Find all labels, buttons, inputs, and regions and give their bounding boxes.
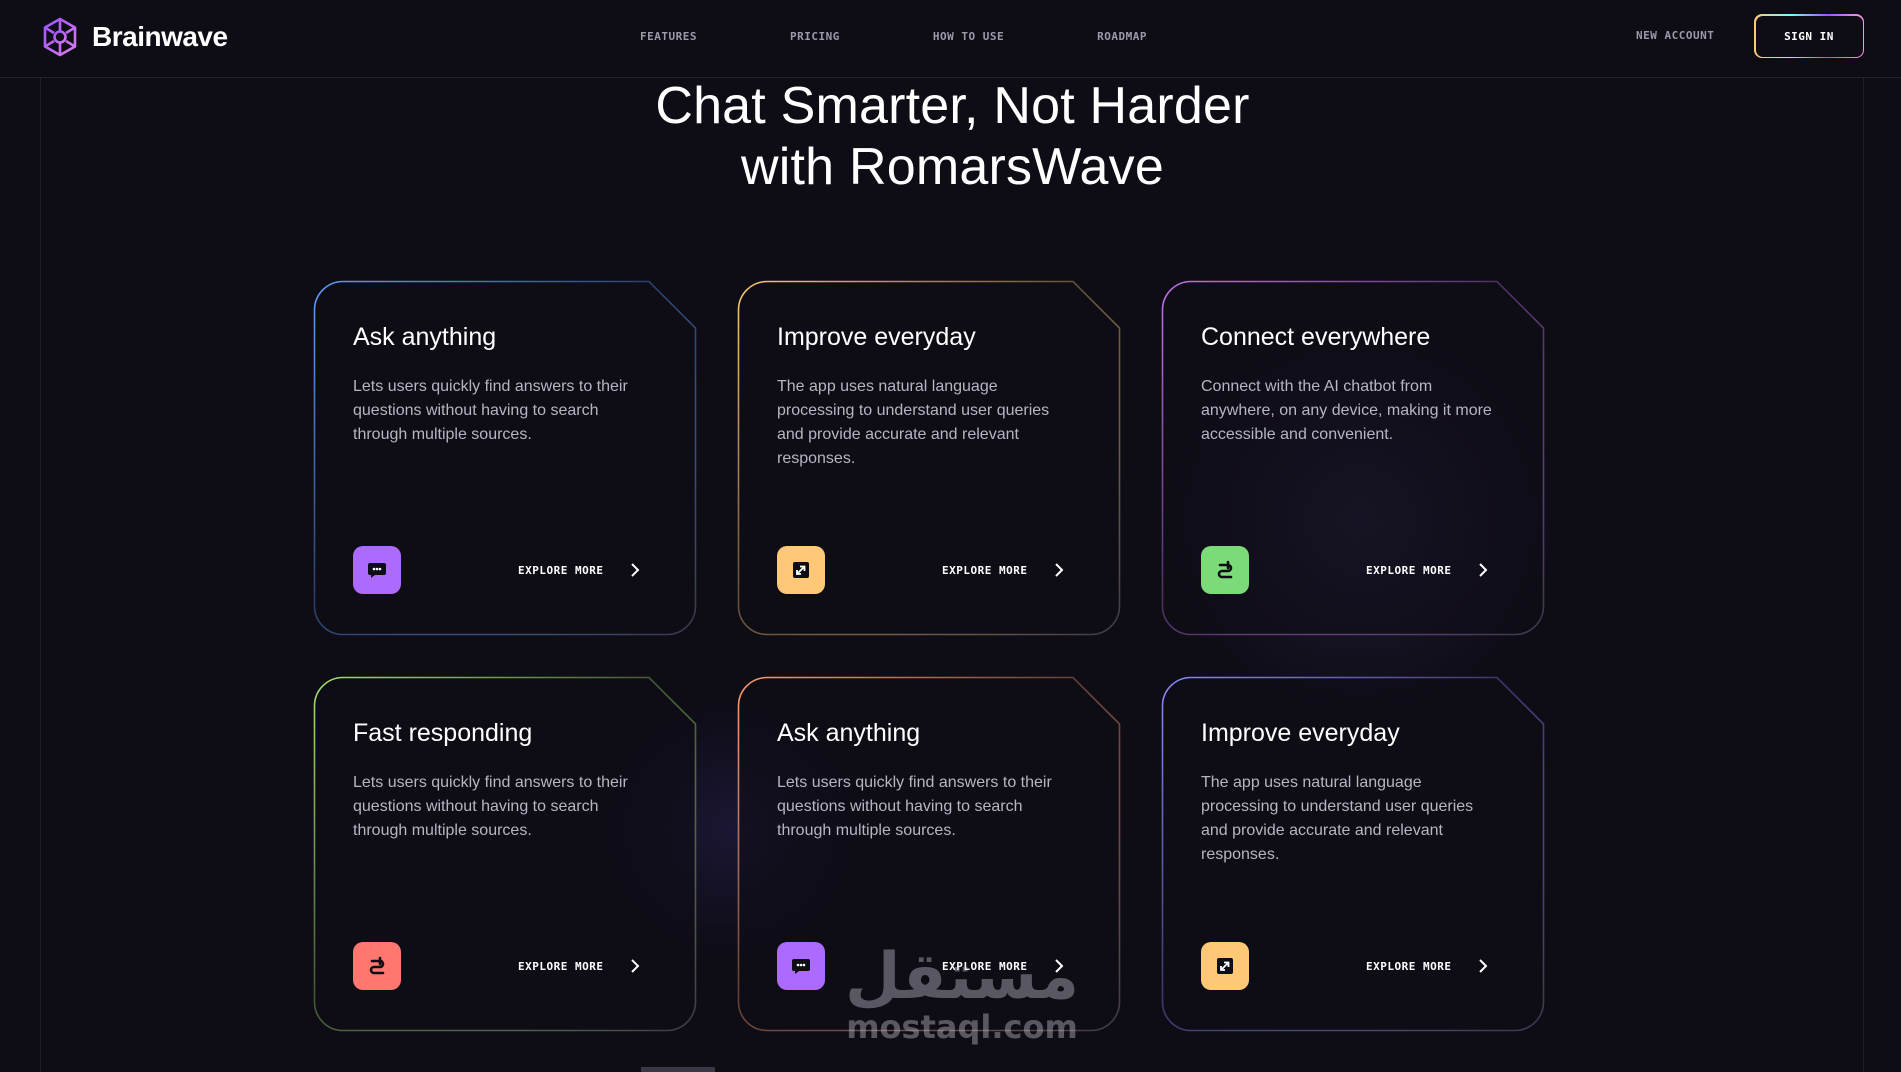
card-description: Lets users quickly find answers to their… xyxy=(353,774,628,839)
explore-more-label: EXPLORE MORE xyxy=(1366,959,1452,973)
card-description: Lets users quickly find answers to their… xyxy=(353,378,628,443)
explore-more-link[interactable]: EXPLORE MORE xyxy=(1366,957,1490,975)
card-description: Lets users quickly find answers to their… xyxy=(777,774,1052,839)
explore-more-link[interactable]: EXPLORE MORE xyxy=(942,561,1066,579)
chat-icon xyxy=(353,546,401,594)
hero-heading-line-2: with RomarsWave xyxy=(741,138,1164,196)
connect-icon xyxy=(353,942,401,990)
nav-link-roadmap[interactable]: ROADMAP xyxy=(1097,30,1147,43)
chevron-right-icon xyxy=(1479,959,1488,973)
explore-more-label: EXPLORE MORE xyxy=(1366,563,1452,577)
explore-more-link[interactable]: EXPLORE MORE xyxy=(1366,561,1490,579)
left-divider-line xyxy=(40,78,41,1072)
watermark-latin-text: mostaql.com xyxy=(846,1008,1078,1046)
explore-more-link[interactable]: EXPLORE MORE xyxy=(518,957,642,975)
explore-more-label: EXPLORE MORE xyxy=(942,563,1028,577)
sign-in-button[interactable]: SIGN IN xyxy=(1754,14,1864,58)
chevron-right-icon xyxy=(631,959,640,973)
hero-heading-line-1: Chat Smarter, Not Harder xyxy=(655,77,1250,135)
card-title: Fast responding xyxy=(353,719,533,747)
brand-name: Brainwave xyxy=(92,21,228,52)
feature-card[interactable]: Improve everyday The app uses natural lan… xyxy=(1161,676,1545,1032)
nav-link-how-to-use[interactable]: HOW TO USE xyxy=(933,30,1004,43)
expand-icon xyxy=(1201,942,1249,990)
right-divider-line xyxy=(1863,78,1864,1072)
card-title: Ask anything xyxy=(777,719,921,747)
feature-card[interactable]: Ask anything Lets users quickly find answ… xyxy=(313,280,697,636)
chevron-right-icon xyxy=(631,563,640,577)
explore-more-link[interactable]: EXPLORE MORE xyxy=(518,561,642,579)
brain-logo-icon xyxy=(43,17,77,57)
mostaql-watermark: مستقل mostaql.com xyxy=(832,945,1092,1045)
expand-icon xyxy=(777,546,825,594)
chevron-right-icon xyxy=(1479,563,1488,577)
brand-logo[interactable]: Brainwave xyxy=(40,17,228,57)
card-title: Improve everyday xyxy=(777,323,976,351)
scroll-indicator xyxy=(641,1067,715,1072)
chat-icon xyxy=(777,942,825,990)
card-description: Connect with the AI chatbot from anywher… xyxy=(1201,378,1492,443)
card-title: Connect everywhere xyxy=(1201,323,1431,351)
feature-card[interactable]: Connect everywhere Connect with the AI ch… xyxy=(1161,280,1545,636)
sign-in-label: SIGN IN xyxy=(1755,15,1863,57)
connect-icon xyxy=(1201,546,1249,594)
card-description: The app uses natural language processing… xyxy=(1201,774,1474,863)
new-account-link[interactable]: NEW ACCOUNT xyxy=(1636,29,1714,42)
hero-heading: Chat Smarter, Not Harder with RomarsWave xyxy=(0,76,1901,198)
feature-card[interactable]: Improve everyday The app uses natural lan… xyxy=(737,280,1121,636)
chevron-right-icon xyxy=(1055,563,1064,577)
nav-links: FEATURES PRICING HOW TO USE ROADMAP xyxy=(640,0,1240,72)
explore-more-label: EXPLORE MORE xyxy=(518,959,604,973)
card-title: Improve everyday xyxy=(1201,719,1400,747)
feature-card[interactable]: Fast responding Lets users quickly find a… xyxy=(313,676,697,1032)
card-description: The app uses natural language processing… xyxy=(777,378,1050,467)
watermark-arabic-text: مستقل xyxy=(844,940,1080,1014)
nav-link-pricing[interactable]: PRICING xyxy=(790,30,840,43)
top-navbar: Brainwave FEATURES PRICING HOW TO USE RO… xyxy=(0,0,1901,78)
nav-link-features[interactable]: FEATURES xyxy=(640,30,697,43)
card-title: Ask anything xyxy=(353,323,497,351)
explore-more-label: EXPLORE MORE xyxy=(518,563,604,577)
